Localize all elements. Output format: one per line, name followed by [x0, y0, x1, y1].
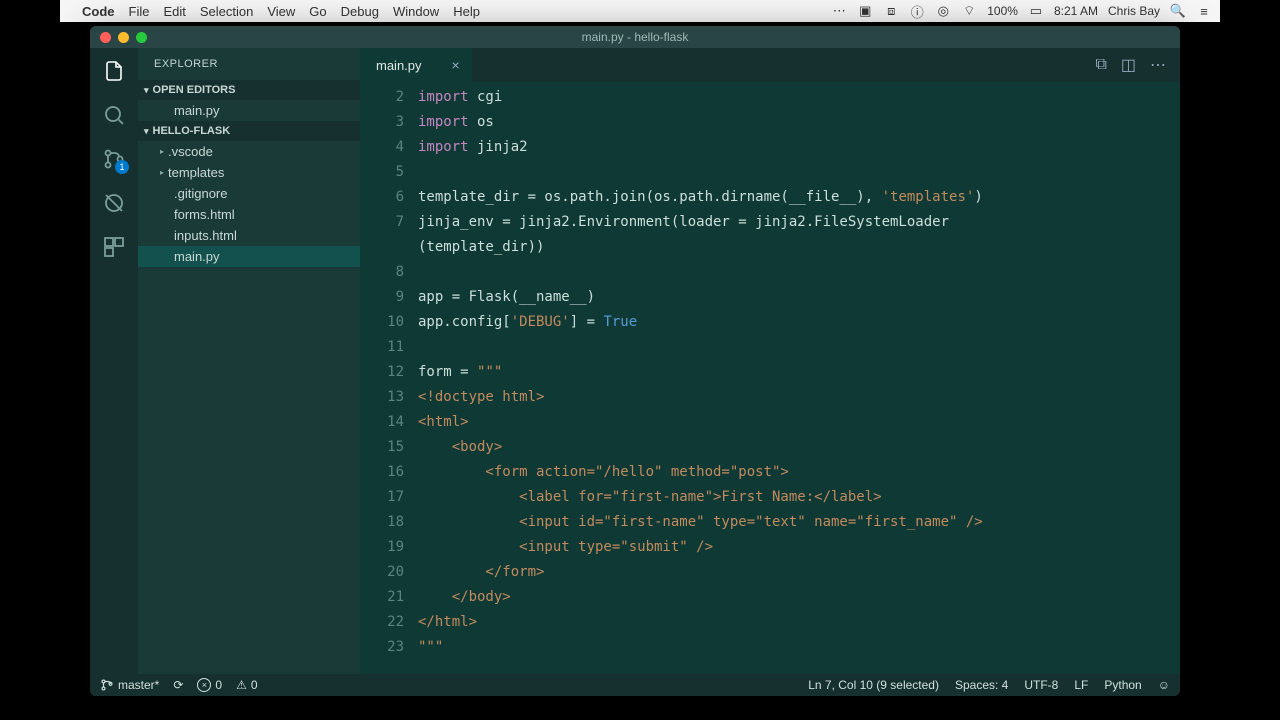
- errors-count[interactable]: × 0: [197, 678, 222, 692]
- indentation[interactable]: Spaces: 4: [955, 678, 1008, 692]
- diff-icon[interactable]: ⧉: [1095, 56, 1106, 74]
- project-header[interactable]: ▾ HELLO-FLASK: [138, 121, 360, 141]
- git-badge: 1: [115, 160, 129, 174]
- screencast-icon[interactable]: ▣: [857, 3, 873, 19]
- chevron-down-icon: ▾: [144, 85, 149, 96]
- activity-bar: 1: [90, 48, 138, 674]
- close-window-icon[interactable]: [100, 32, 111, 43]
- menu-help[interactable]: Help: [453, 4, 480, 19]
- menu-edit[interactable]: Edit: [163, 4, 185, 19]
- git-branch[interactable]: master*: [100, 678, 159, 692]
- spiral-icon[interactable]: ◎: [935, 3, 951, 19]
- app-name[interactable]: Code: [82, 4, 115, 19]
- chevron-down-icon: ▾: [144, 126, 149, 137]
- chevron-right-icon: ▸: [160, 168, 164, 177]
- tab-label: main.py: [376, 58, 422, 73]
- code-editor[interactable]: 234567891011121314151617181920212223 imp…: [360, 82, 1180, 674]
- menu-file[interactable]: File: [129, 4, 150, 19]
- explorer-activity[interactable]: [101, 58, 127, 84]
- minimize-window-icon[interactable]: [118, 32, 129, 43]
- menu-icon[interactable]: ≡: [1196, 4, 1212, 19]
- debug-activity[interactable]: [101, 190, 127, 216]
- warning-icon: ⚠: [236, 678, 247, 692]
- file--gitignore[interactable]: .gitignore: [138, 183, 360, 204]
- chevron-right-icon: ▸: [160, 147, 164, 156]
- titlebar: main.py - hello-flask: [90, 26, 1180, 48]
- menu-go[interactable]: Go: [309, 4, 326, 19]
- cursor-position[interactable]: Ln 7, Col 10 (9 selected): [808, 678, 939, 692]
- explorer-title: EXPLORER: [138, 48, 360, 80]
- extensions-activity[interactable]: [101, 234, 127, 260]
- menu-view[interactable]: View: [267, 4, 295, 19]
- file-main-py[interactable]: main.py: [138, 246, 360, 267]
- folder-.vscode[interactable]: ▸.vscode: [138, 141, 360, 162]
- search-icon[interactable]: 🔍: [1170, 3, 1186, 19]
- open-editors-header[interactable]: ▾ OPEN EDITORS: [138, 80, 360, 100]
- battery-icon[interactable]: ▭: [1028, 3, 1044, 19]
- search-activity[interactable]: [101, 102, 127, 128]
- error-icon: ×: [197, 678, 211, 692]
- tab-main-py[interactable]: main.py ×: [360, 48, 473, 82]
- info-icon[interactable]: ⓘ: [909, 2, 925, 21]
- user-name[interactable]: Chris Bay: [1108, 4, 1160, 18]
- folder-templates[interactable]: ▸templates: [138, 162, 360, 183]
- file-forms-html[interactable]: forms.html: [138, 204, 360, 225]
- tab-bar: main.py × ⧉ ◫ ⋯: [360, 48, 1180, 82]
- vscode-window: main.py - hello-flask 1 EXPLORER: [90, 26, 1180, 696]
- clock[interactable]: 8:21 AM: [1054, 4, 1098, 18]
- open-editor-item[interactable]: main.py: [138, 100, 360, 121]
- window-title: main.py - hello-flask: [582, 30, 689, 44]
- eol[interactable]: LF: [1074, 678, 1088, 692]
- explorer-sidebar: EXPLORER ▾ OPEN EDITORS main.py ▾ HELLO-…: [138, 48, 360, 674]
- more-icon[interactable]: ⋯: [1150, 55, 1166, 75]
- menu-window[interactable]: Window: [393, 4, 439, 19]
- maximize-window-icon[interactable]: [136, 32, 147, 43]
- git-activity[interactable]: 1: [101, 146, 127, 172]
- split-icon[interactable]: ◫: [1121, 55, 1136, 75]
- wifi-icon[interactable]: ⌔: [961, 3, 977, 19]
- mac-menubar: Code File Edit Selection View Go Debug W…: [60, 0, 1220, 22]
- editor-area: main.py × ⧉ ◫ ⋯ 234567891011121314151617…: [360, 48, 1180, 674]
- encoding[interactable]: UTF-8: [1024, 678, 1058, 692]
- menu-debug[interactable]: Debug: [341, 4, 379, 19]
- close-icon[interactable]: ×: [452, 57, 460, 73]
- menu-selection[interactable]: Selection: [200, 4, 253, 19]
- battery-pct[interactable]: 100%: [987, 4, 1018, 18]
- feedback-icon[interactable]: ☺: [1158, 678, 1170, 692]
- overflow-icon[interactable]: ⋯: [831, 3, 847, 19]
- sync-icon[interactable]: ⟳: [173, 678, 183, 692]
- dropbox-icon[interactable]: ⧈: [883, 3, 899, 19]
- file-inputs-html[interactable]: inputs.html: [138, 225, 360, 246]
- warnings-count[interactable]: ⚠ 0: [236, 678, 257, 692]
- language-mode[interactable]: Python: [1104, 678, 1141, 692]
- statusbar: master* ⟳ × 0 ⚠ 0 Ln 7, Col 10 (9 select…: [90, 674, 1180, 696]
